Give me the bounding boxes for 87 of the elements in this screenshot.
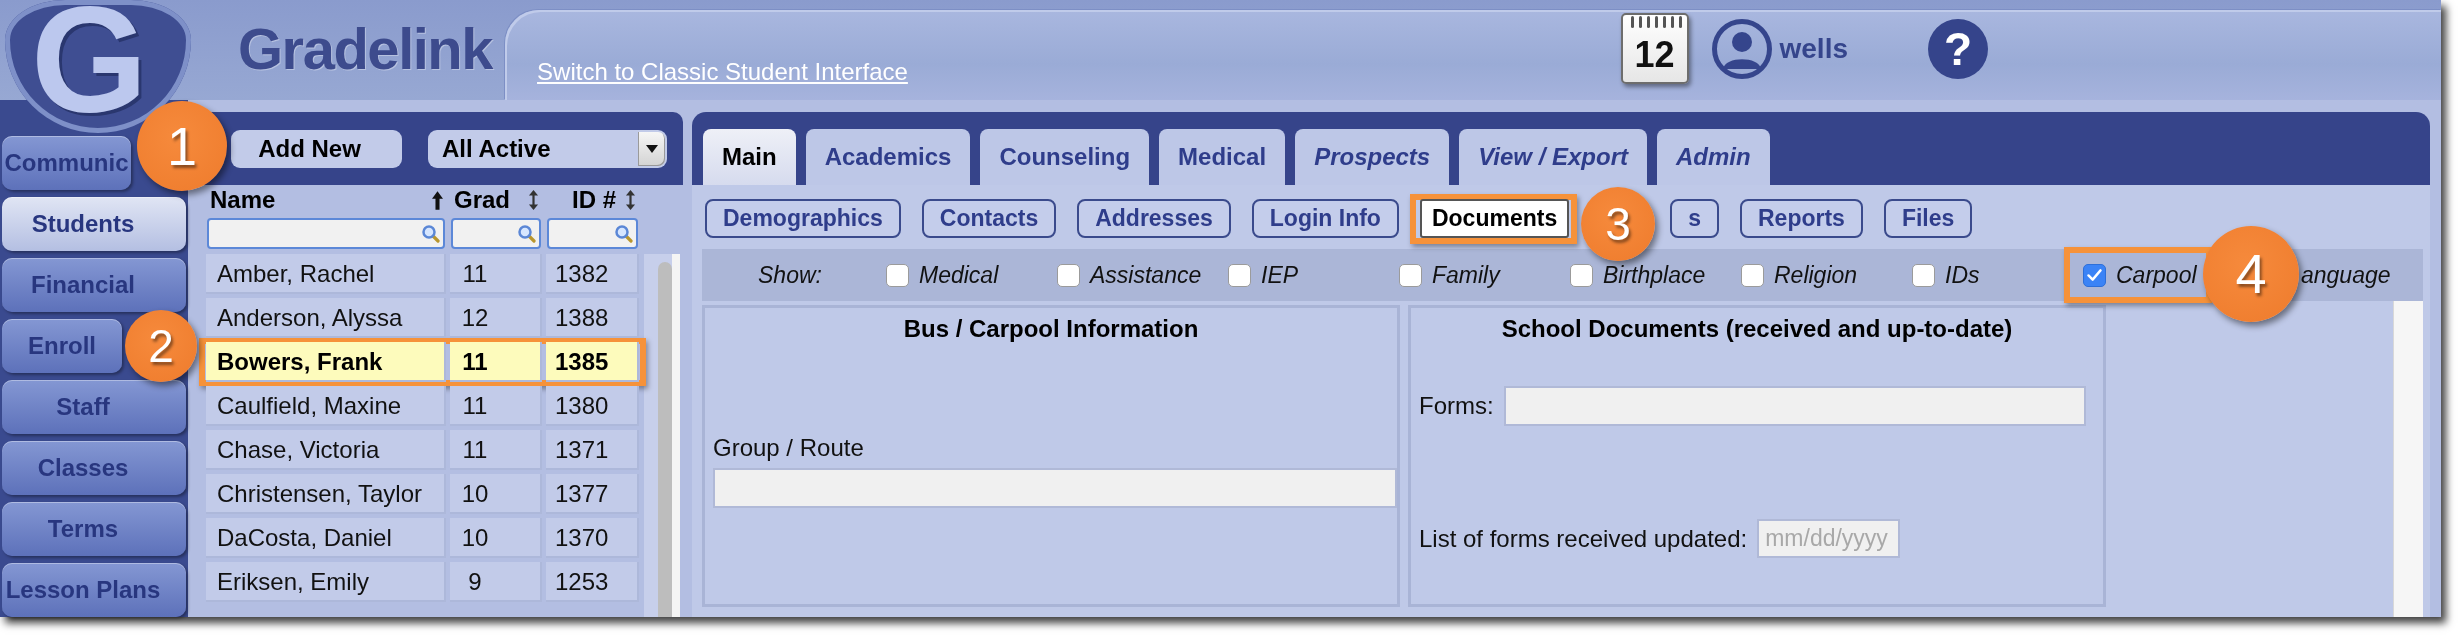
sort-icon (528, 190, 539, 210)
checkbox[interactable] (2083, 263, 2106, 287)
checkbox[interactable] (1741, 263, 1764, 287)
tab[interactable]: Prospects (1295, 129, 1450, 185)
user-icon[interactable] (1711, 18, 1772, 79)
table-cell[interactable]: 10 (450, 518, 542, 558)
brand-name: Gradelink (238, 20, 493, 78)
field-label: Group / Route (713, 434, 864, 462)
search-icon (422, 224, 440, 243)
checkbox[interactable] (886, 263, 909, 287)
table-cell[interactable]: 11 (450, 430, 542, 470)
table-cell[interactable]: 9 (450, 562, 542, 602)
search-icon (615, 224, 633, 243)
subtab[interactable]: Login Info (1251, 199, 1399, 238)
add-new-button[interactable]: Add New (231, 129, 402, 168)
table-cell[interactable]: Anderson, Alyssa (206, 298, 446, 338)
checkbox-label[interactable]: Carpool (2116, 261, 2197, 289)
table-cell[interactable]: 1377 (546, 474, 639, 514)
section-title: Bus / Carpool Information (902, 315, 1200, 343)
table-cell[interactable]: 12 (450, 298, 542, 338)
search-icon (518, 224, 536, 243)
subtab[interactable]: Demographics (705, 199, 901, 238)
filter-field[interactable] (547, 218, 638, 249)
tab[interactable]: Admin (1657, 129, 1770, 185)
subtab[interactable]: s (1670, 199, 1719, 238)
table-cell[interactable]: DaCosta, Daniel (206, 518, 446, 558)
checkbox-label[interactable]: Family (1432, 261, 1500, 289)
checkbox-label[interactable]: anguage (2301, 261, 2391, 289)
sort-icon (625, 190, 636, 210)
checkbox-label[interactable]: IEP (1261, 261, 1299, 289)
table-cell[interactable]: 11 (450, 386, 542, 426)
field-label: List of forms received updated: (1419, 524, 1748, 553)
table-cell[interactable]: Christensen, Taylor (206, 474, 446, 514)
table-cell[interactable]: 1382 (546, 254, 639, 294)
username[interactable]: wells (1779, 32, 1848, 65)
table-cell[interactable]: Caulfield, Maxine (206, 386, 446, 426)
help-button[interactable]: ? (1928, 18, 1988, 79)
table-cell[interactable]: 1388 (546, 298, 639, 338)
subtab[interactable]: Documents (1419, 199, 1570, 238)
table-cell[interactable]: Chase, Victoria (206, 430, 446, 470)
tab[interactable]: Counseling (980, 129, 1150, 185)
tab[interactable]: Medical (1159, 129, 1286, 185)
table-cell[interactable]: 1371 (546, 430, 639, 470)
subtab[interactable]: Reports (1740, 199, 1863, 238)
status-select[interactable]: All Active (428, 129, 667, 168)
checkbox[interactable] (1057, 263, 1080, 287)
tab[interactable]: Main (703, 129, 796, 185)
sort-up-arrow-icon (432, 190, 443, 210)
section-title: School Documents (received and up-to-date) (1500, 315, 2014, 343)
tab[interactable]: Academics (805, 129, 971, 185)
subtab[interactable]: Contacts (921, 199, 1057, 238)
column-header[interactable]: ID # (546, 186, 639, 214)
scrollbar[interactable] (2393, 301, 2423, 617)
column-header[interactable]: Grad (450, 186, 542, 214)
checkbox[interactable] (1228, 263, 1251, 287)
subtab[interactable]: Files (1883, 199, 1973, 238)
table-cell[interactable]: Amber, Rachel (206, 254, 446, 294)
filter-field[interactable] (451, 218, 541, 249)
checkbox[interactable] (1912, 263, 1935, 287)
table-cell[interactable]: 1385 (546, 342, 639, 382)
table-cell[interactable]: 11 (450, 342, 542, 382)
input-field[interactable] (713, 468, 1397, 508)
checkbox[interactable] (1399, 263, 1422, 287)
nav-button[interactable]: Students (2, 197, 186, 251)
calendar-button[interactable]: 12 (1620, 13, 1689, 84)
table-cell[interactable]: 1380 (546, 386, 639, 426)
checkbox-label[interactable]: IDs (1945, 261, 1980, 289)
input-field[interactable] (1503, 386, 2086, 426)
table-cell[interactable]: 1370 (546, 518, 639, 558)
table-cell[interactable]: 11 (450, 254, 542, 294)
checkbox-label[interactable]: Religion (1774, 261, 1858, 289)
checkbox-label[interactable]: Birthplace (1603, 261, 1706, 289)
table-cell[interactable]: 10 (450, 474, 542, 514)
checkbox[interactable] (1570, 263, 1593, 287)
filter-field[interactable] (207, 218, 445, 249)
checkbox-label[interactable]: Assistance (1090, 261, 1202, 289)
table-cell[interactable]: Bowers, Frank (206, 342, 446, 382)
field-label: Forms: (1419, 392, 1494, 420)
table-cell[interactable]: Eriksen, Emily (206, 562, 446, 602)
checkbox-label[interactable]: Medical (919, 261, 999, 289)
checkmark-icon (2087, 269, 2102, 281)
subtab[interactable]: Addresses (1077, 199, 1231, 238)
table-cell[interactable]: 1253 (546, 562, 639, 602)
tab[interactable]: View / Export (1459, 129, 1647, 185)
show-label: Show: (758, 261, 822, 289)
date-field[interactable]: mm/dd/yyyy (1757, 519, 1901, 558)
scrollbar-thumb[interactable] (658, 262, 672, 617)
